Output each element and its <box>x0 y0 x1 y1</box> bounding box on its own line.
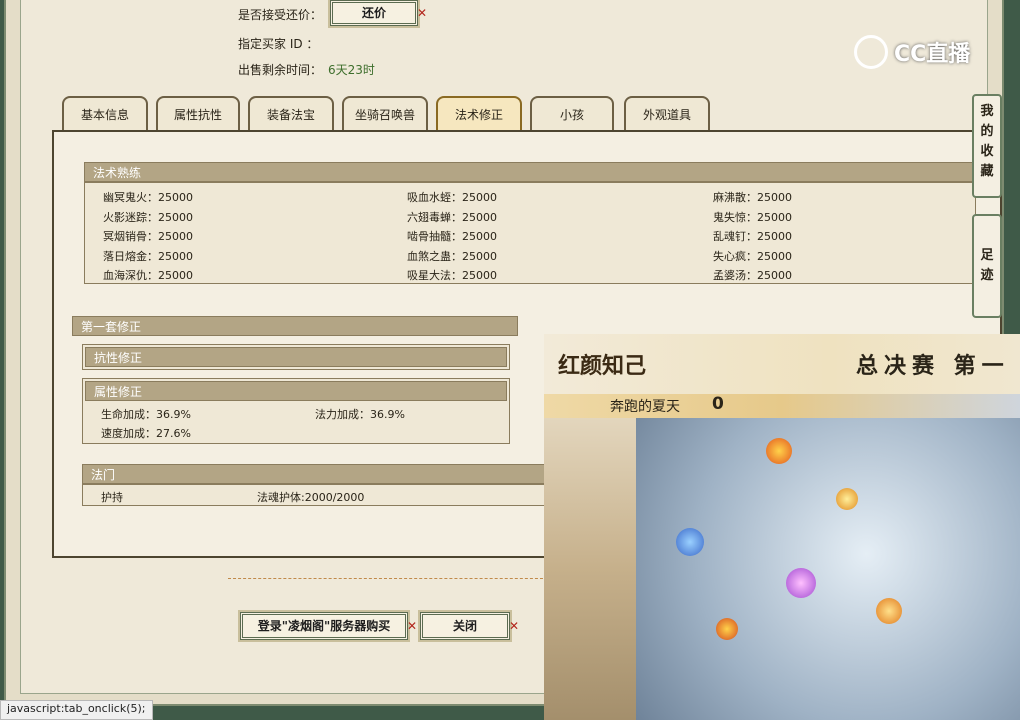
effect-orb <box>716 618 738 640</box>
section-title: 抗性修正 <box>94 351 143 365</box>
logo-text: CC直播 <box>894 42 971 67</box>
close-x-icon: ✕ <box>416 6 427 20</box>
close-button[interactable]: 关闭 ✕ <box>420 612 519 640</box>
tab-basic-info[interactable]: 基本信息 <box>62 96 148 130</box>
effect-orb <box>876 598 902 624</box>
attr-hp-bonus: 生命加成：36.9% <box>101 408 191 421</box>
tab-label: 基本信息 <box>80 108 129 122</box>
tab-appearance[interactable]: 外观道具 <box>624 96 710 130</box>
login-buy-button[interactable]: 登录"凌烟阁"服务器购买 ✕ <box>240 612 417 640</box>
accept-counter-row: 是否接受还价： <box>238 6 322 23</box>
cc-live-logo: CC直播 <box>854 32 990 72</box>
spell-skill-table: 幽冥鬼火：25000 吸血水蛭：25000 麻沸散：25000 火影迷踪：250… <box>84 182 976 284</box>
section-header-first-set: 第一套修正 <box>72 316 518 336</box>
counter-offer-button[interactable]: 还价 ✕ <box>330 0 427 26</box>
school-effect: 法魂护体:2000/2000 <box>257 491 365 504</box>
section-title: 属性修正 <box>94 385 143 399</box>
counter-offer-label: 还价 <box>361 6 386 20</box>
effect-orb <box>836 488 858 510</box>
tab-children[interactable]: 小孩 <box>530 96 614 130</box>
time-left-label: 出售剩余时间： <box>238 63 323 77</box>
effect-orb <box>766 438 792 464</box>
table-cell: 麻沸散：25000 <box>713 191 792 204</box>
browser-status-bar: javascript:tab_onclick(5); <box>0 700 153 720</box>
table-cell: 吸血水蛭：25000 <box>407 191 497 204</box>
status-text: javascript:tab_onclick(5); <box>7 702 146 715</box>
character-portrait <box>544 418 636 720</box>
tab-equipment[interactable]: 装备法宝 <box>248 96 334 130</box>
attr-speed-bonus: 速度加成：27.6% <box>101 427 191 440</box>
resist-correction-box: 抗性修正 <box>82 344 510 370</box>
buyer-id-row: 指定买家 ID ： <box>238 35 318 52</box>
table-cell: 冥烟销骨：25000 <box>103 230 193 243</box>
tab-label: 属性抗性 <box>173 108 222 122</box>
table-cell: 幽冥鬼火：25000 <box>103 191 193 204</box>
table-cell: 鬼失惊：25000 <box>713 211 792 224</box>
section-header-resist: 抗性修正 <box>85 347 507 367</box>
live-stream-overlay: 红颜知己 总决赛 第一 奔跑的夏天 0 <box>544 334 1020 720</box>
login-buy-label: 登录"凌烟阁"服务器购买 <box>257 619 391 633</box>
player-score: 0 <box>712 394 724 414</box>
tab-label: 小孩 <box>559 108 584 122</box>
accept-counter-label: 是否接受还价： <box>238 8 323 22</box>
attr-correction-box: 属性修正 生命加成：36.9% 法力加成：36.9% 速度加成：27.6% <box>82 378 510 444</box>
footprints-label: 足迹 <box>980 248 994 283</box>
table-cell: 乱魂钉：25000 <box>713 230 792 243</box>
effect-orb <box>676 528 704 556</box>
close-x-icon: ✕ <box>406 619 417 633</box>
tab-mounts-summons[interactable]: 坐骑召唤兽 <box>342 96 428 130</box>
section-header-spell-skill: 法术熟练 <box>84 162 976 182</box>
favorites-label: 我的收藏 <box>980 104 994 179</box>
school-name: 护持 <box>101 491 123 504</box>
table-cell: 六翅毒蝉：25000 <box>407 211 497 224</box>
table-cell: 血海深仇：25000 <box>103 269 193 282</box>
tab-attr-resist[interactable]: 属性抗性 <box>156 96 240 130</box>
section-header-school: 法门 <box>82 464 562 484</box>
section-title: 第一套修正 <box>81 320 142 334</box>
time-left-row: 出售剩余时间： 6天23时 <box>238 61 375 78</box>
divider <box>228 578 548 579</box>
tab-label: 外观道具 <box>642 108 691 122</box>
cc-logo-icon <box>854 35 888 69</box>
my-favorites-button[interactable]: 我的收藏 <box>972 94 1002 198</box>
game-battle-view <box>636 418 1020 720</box>
tab-label: 装备法宝 <box>266 108 315 122</box>
table-cell: 孟婆汤：25000 <box>713 269 792 282</box>
time-left-value: 6天23时 <box>328 63 375 77</box>
table-cell: 火影迷踪：25000 <box>103 211 193 224</box>
table-cell: 落日熔金：25000 <box>103 250 193 263</box>
tab-label: 法术修正 <box>454 108 503 122</box>
table-cell: 吸星大法：25000 <box>407 269 497 282</box>
effect-orb <box>786 568 816 598</box>
close-label: 关闭 <box>452 619 477 633</box>
footprints-button[interactable]: 足迹 <box>972 214 1002 318</box>
school-box: 护持 法魂护体:2000/2000 <box>82 484 562 506</box>
overlay-subtitle: 总决赛 第一 <box>856 353 1010 379</box>
section-title: 法门 <box>91 468 116 482</box>
overlay-title: 红颜知己 <box>558 353 647 379</box>
tab-spell-correction[interactable]: 法术修正 <box>436 96 522 130</box>
buyer-id-label: 指定买家 ID ： <box>238 37 319 51</box>
player-name: 奔跑的夏天 <box>610 399 680 415</box>
table-cell: 失心疯：25000 <box>713 250 792 263</box>
attr-mp-bonus: 法力加成：36.9% <box>315 408 405 421</box>
tab-label: 坐骑召唤兽 <box>354 108 415 122</box>
table-cell: 啮骨抽髓：25000 <box>407 230 497 243</box>
section-header-attr: 属性修正 <box>85 381 507 401</box>
table-cell: 血煞之蛊：25000 <box>407 250 497 263</box>
close-x-icon: ✕ <box>508 619 519 633</box>
section-title: 法术熟练 <box>93 166 142 180</box>
